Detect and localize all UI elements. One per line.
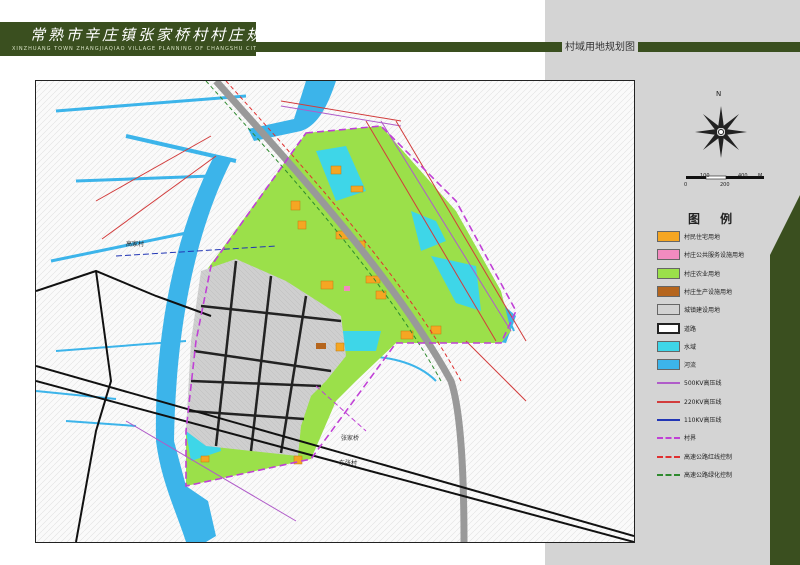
legend-swatch	[657, 322, 680, 334]
legend-swatch	[657, 359, 680, 371]
compass-rose-icon	[695, 106, 747, 158]
legend-item: 高速公路绿化控制	[657, 469, 777, 481]
label-dongzhang-village: 东张村	[339, 460, 358, 467]
legend-item: 村庄公共服务设施用地	[657, 249, 777, 261]
sheet-title: 村域用地规划图	[562, 38, 638, 53]
legend-label: 220KV高压线	[684, 398, 722, 406]
legend-swatch	[657, 414, 680, 421]
scale-tick-200: 200	[720, 182, 730, 188]
legend-swatch	[657, 340, 680, 352]
legend-label: 村民住宅用地	[684, 234, 721, 241]
legend-swatch	[657, 249, 680, 261]
legend-item: 村界	[657, 432, 777, 444]
legend-item: 道路	[657, 322, 777, 335]
legend-item: 城镇建设用地	[657, 304, 777, 316]
legend-label: 村界	[684, 435, 697, 443]
legend-label: 村庄公共服务设施用地	[684, 252, 745, 260]
map-title: 常熟市辛庄镇张家桥村村庄规划	[30, 26, 283, 44]
legend-swatch	[657, 267, 680, 279]
scale-tick-400: 400	[738, 173, 748, 179]
legend-label: 道路	[684, 325, 697, 333]
legend-label: 水域	[684, 343, 697, 351]
legend-label: 河流	[684, 362, 697, 370]
scale-tick-0: 0	[684, 182, 688, 188]
map-title-english: XINZHUANG TOWN ZHANGJIAQIAO VILLAGE PLAN…	[12, 46, 262, 52]
label-gaojia-village: 高家村	[126, 241, 145, 248]
title-banner: 常熟市辛庄镇张家桥村村庄规划 XINZHUANG TOWN ZHANGJIAQI…	[0, 22, 279, 56]
legend-item: 村民住宅用地	[657, 231, 777, 243]
legend-label: 110KV高压线	[684, 417, 722, 424]
header-bar	[256, 42, 800, 52]
legend-item: 水域	[657, 340, 777, 353]
legend-label: 村庄农业用地	[684, 270, 721, 278]
legend-item: 村庄农业用地	[657, 267, 777, 280]
legend-swatch	[657, 432, 680, 440]
legend-label: 高速公路绿化控制	[684, 471, 733, 479]
scale-unit: M	[758, 173, 763, 179]
legend-item: 村庄生产设施用地	[657, 285, 777, 298]
scale-tick-100: 100	[700, 173, 710, 179]
legend-swatch	[657, 377, 680, 385]
production-land	[316, 343, 326, 349]
legend-swatch	[657, 396, 680, 403]
land-use-map	[35, 78, 635, 543]
legend-label: 高速公路红线控制	[684, 453, 733, 461]
north-label: N	[716, 90, 722, 98]
legend-swatch	[657, 451, 680, 458]
legend-item: 110KV高压线	[657, 414, 777, 426]
legend-swatch	[657, 285, 680, 297]
legend-swatch	[657, 304, 680, 316]
legend-swatch	[657, 231, 680, 242]
legend-label: 城镇建设用地	[684, 307, 721, 315]
legend-label: 500KV高压线	[684, 380, 722, 388]
legend-swatch	[657, 469, 680, 476]
legend-heading: 图 例	[688, 212, 741, 226]
legend-item: 220KV高压线	[657, 396, 777, 408]
legend-item: 河流	[657, 359, 777, 371]
map-frame[interactable]: 高家村 东张村 张家桥	[35, 78, 635, 543]
legend-label: 村庄生产设施用地	[684, 288, 733, 296]
label-village-center: 张家桥	[341, 435, 360, 442]
public-service-land	[344, 286, 350, 291]
legend-item: 500KV高压线	[657, 377, 777, 389]
legend-item: 高速公路红线控制	[657, 451, 777, 463]
